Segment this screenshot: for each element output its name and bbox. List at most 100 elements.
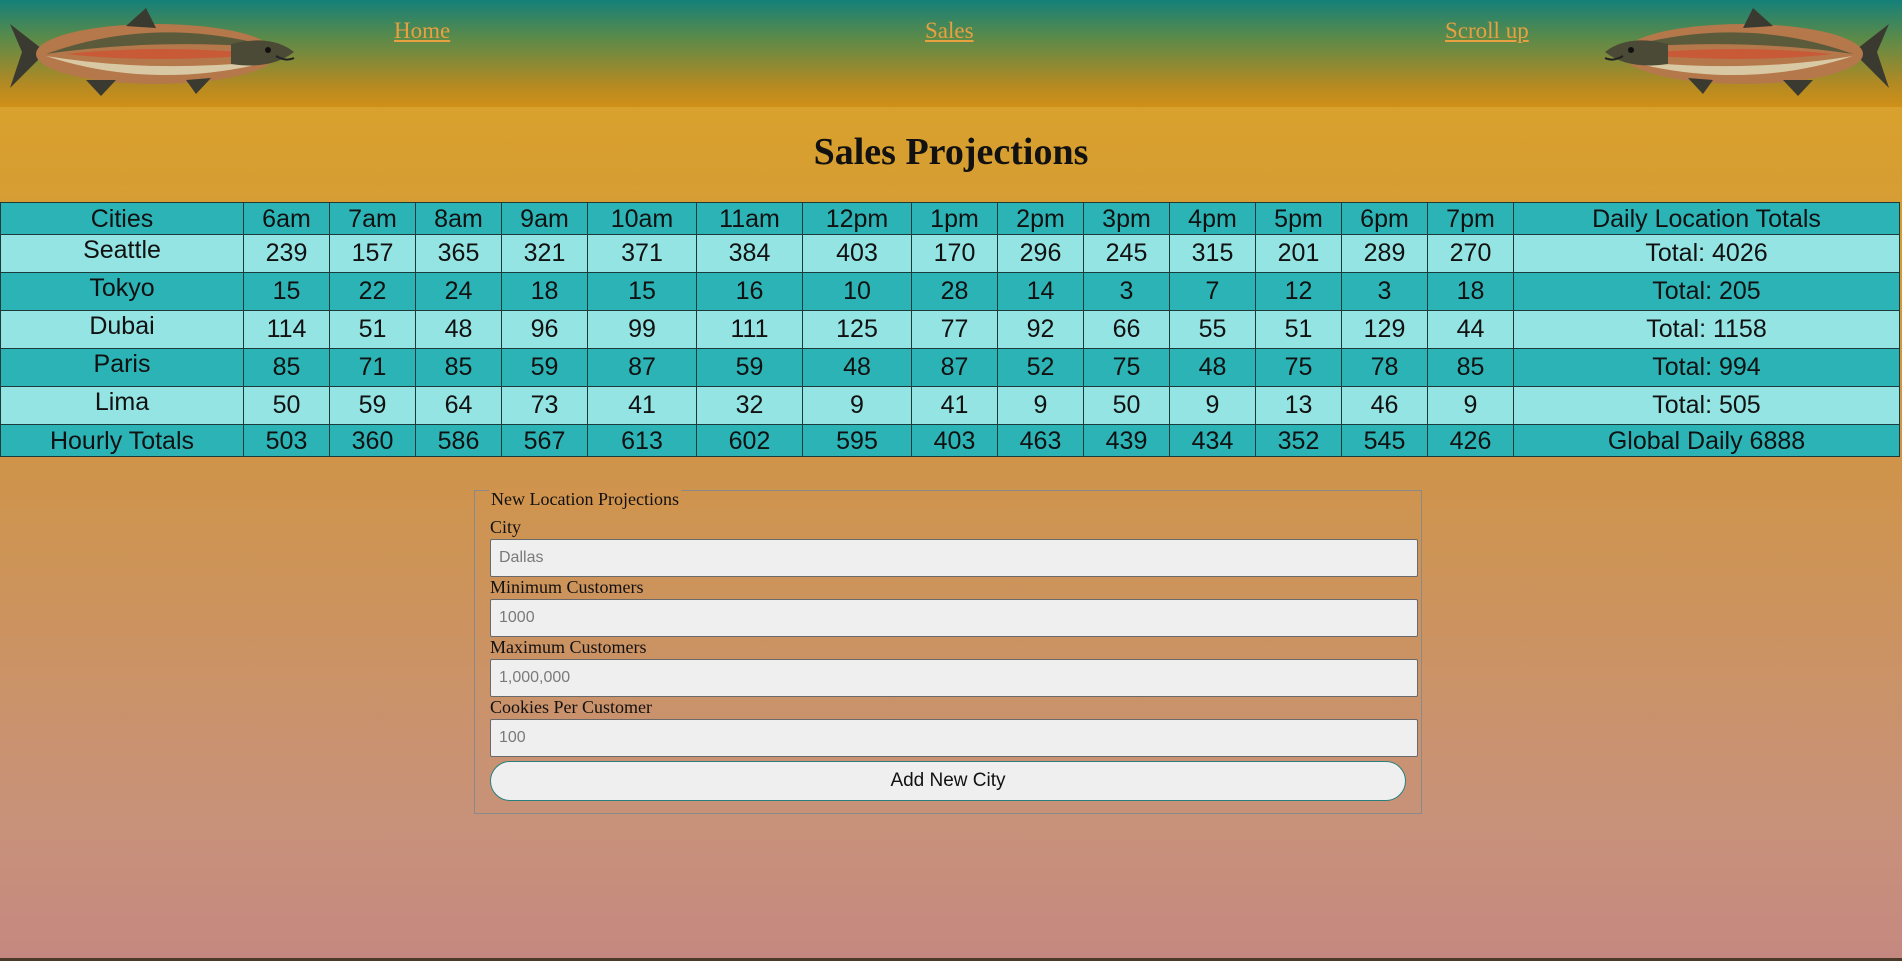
hourly-sales-cell: 44	[1427, 310, 1514, 349]
hourly-total-cell: 545	[1341, 424, 1428, 457]
hourly-sales-cell: 201	[1255, 234, 1342, 273]
hourly-sales-cell: 48	[415, 310, 502, 349]
hourly-sales-cell: 114	[243, 310, 330, 349]
hourly-total-cell: 360	[329, 424, 416, 457]
hourly-sales-cell: 170	[911, 234, 998, 273]
hourly-sales-cell: 50	[243, 386, 330, 425]
hourly-sales-cell: 52	[997, 348, 1084, 387]
hourly-sales-cell: 46	[1341, 386, 1428, 425]
hourly-sales-cell: 3	[1083, 272, 1170, 311]
hourly-sales-cell: 403	[802, 234, 912, 273]
location-total-cell: Total: 994	[1513, 348, 1900, 387]
nav-home-link[interactable]: Home	[394, 18, 450, 44]
hourly-total-cell: 613	[587, 424, 697, 457]
hourly-sales-cell: 129	[1341, 310, 1428, 349]
form-legend: New Location Projections	[489, 489, 681, 510]
hourly-sales-cell: 12	[1255, 272, 1342, 311]
hourly-total-cell: 434	[1169, 424, 1256, 457]
hourly-sales-cell: 9	[997, 386, 1084, 425]
hourly-sales-cell: 41	[587, 386, 697, 425]
header-hour: 5pm	[1255, 202, 1342, 235]
header-hour: 4pm	[1169, 202, 1256, 235]
hourly-total-cell: 586	[415, 424, 502, 457]
header-hour: 8am	[415, 202, 502, 235]
location-total-cell: Total: 4026	[1513, 234, 1900, 273]
hourly-sales-cell: 48	[1169, 348, 1256, 387]
header-hour: 1pm	[911, 202, 998, 235]
location-total-cell: Total: 1158	[1513, 310, 1900, 349]
hourly-sales-cell: 28	[911, 272, 998, 311]
nav-scroll-up-link[interactable]: Scroll up	[1445, 18, 1529, 44]
header-hour: 2pm	[997, 202, 1084, 235]
min-customers-input[interactable]	[490, 599, 1418, 637]
hourly-sales-cell: 87	[911, 348, 998, 387]
city-name-cell: Lima	[0, 386, 244, 425]
header-hour: 12pm	[802, 202, 912, 235]
city-label: City	[490, 517, 522, 537]
hourly-totals-row: Hourly Totals 503 360 586 567 613 602 595 403 463…	[0, 424, 1900, 457]
table-row: Paris 85 71 85 59 87 59 48 87 52 75 48 75 78 85 Total: …	[0, 348, 1900, 387]
salmon-fish-image	[1604, 8, 1889, 96]
cookies-per-customer-input[interactable]	[490, 719, 1418, 757]
min-customers-label: Minimum Customers	[490, 577, 644, 597]
nav-sales-link[interactable]: Sales	[925, 18, 974, 44]
cookies-per-customer-label: Cookies Per Customer	[490, 697, 652, 717]
salmon-fish-image	[10, 8, 295, 96]
hourly-sales-cell: 85	[1427, 348, 1514, 387]
global-daily-total-cell: Global Daily 6888	[1513, 424, 1900, 457]
hourly-sales-cell: 16	[696, 272, 803, 311]
hourly-sales-cell: 365	[415, 234, 502, 273]
new-location-form: New Location Projections City Minimum Cu…	[474, 489, 1422, 814]
site-header: Home Sales Scroll up	[0, 0, 1902, 107]
hourly-sales-cell: 18	[501, 272, 588, 311]
location-total-cell: Total: 505	[1513, 386, 1900, 425]
hourly-sales-cell: 371	[587, 234, 697, 273]
page-title: Sales Projections	[813, 131, 1089, 173]
hourly-sales-cell: 245	[1083, 234, 1170, 273]
header-hour: 7pm	[1427, 202, 1514, 235]
header-hour: 3pm	[1083, 202, 1170, 235]
location-total-cell: Total: 205	[1513, 272, 1900, 311]
hourly-sales-cell: 18	[1427, 272, 1514, 311]
hourly-sales-cell: 64	[415, 386, 502, 425]
hourly-total-cell: 426	[1427, 424, 1514, 457]
city-input[interactable]	[490, 539, 1418, 577]
hourly-totals-label: Hourly Totals	[0, 424, 244, 457]
hourly-total-cell: 602	[696, 424, 803, 457]
add-new-city-button[interactable]: Add New City	[490, 761, 1406, 801]
table-row: Tokyo 15 22 24 18 15 16 10 28 14 3 7 12 3 18 Total: 205	[0, 272, 1900, 311]
header-hour: 10am	[587, 202, 697, 235]
header-cities: Cities	[0, 202, 244, 235]
max-customers-input[interactable]	[490, 659, 1418, 697]
hourly-total-cell: 503	[243, 424, 330, 457]
hourly-sales-cell: 59	[696, 348, 803, 387]
city-name-cell: Seattle	[0, 234, 244, 273]
hourly-sales-cell: 51	[329, 310, 416, 349]
hourly-sales-cell: 85	[415, 348, 502, 387]
hourly-sales-cell: 75	[1255, 348, 1342, 387]
hourly-sales-cell: 14	[997, 272, 1084, 311]
city-name-cell: Paris	[0, 348, 244, 387]
hourly-sales-cell: 315	[1169, 234, 1256, 273]
hourly-sales-cell: 50	[1083, 386, 1170, 425]
hourly-total-cell: 403	[911, 424, 998, 457]
hourly-sales-cell: 59	[501, 348, 588, 387]
hourly-sales-cell: 87	[587, 348, 697, 387]
hourly-sales-cell: 239	[243, 234, 330, 273]
hourly-sales-cell: 9	[1427, 386, 1514, 425]
hourly-sales-cell: 7	[1169, 272, 1256, 311]
hourly-total-cell: 567	[501, 424, 588, 457]
hourly-sales-cell: 96	[501, 310, 588, 349]
table-header-row: Cities 6am 7am 8am 9am 10am 11am 12pm 1pm 2pm 3pm 4…	[0, 202, 1900, 235]
hourly-sales-cell: 59	[329, 386, 416, 425]
hourly-sales-cell: 77	[911, 310, 998, 349]
header-daily-totals: Daily Location Totals	[1513, 202, 1900, 235]
hourly-total-cell: 352	[1255, 424, 1342, 457]
max-customers-label: Maximum Customers	[490, 637, 647, 657]
hourly-sales-cell: 75	[1083, 348, 1170, 387]
table-row: Seattle 239 157 365 321 371 384 403 170 296 245 315…	[0, 234, 1900, 273]
hourly-sales-cell: 15	[587, 272, 697, 311]
hourly-sales-cell: 111	[696, 310, 803, 349]
hourly-sales-cell: 78	[1341, 348, 1428, 387]
hourly-sales-cell: 384	[696, 234, 803, 273]
